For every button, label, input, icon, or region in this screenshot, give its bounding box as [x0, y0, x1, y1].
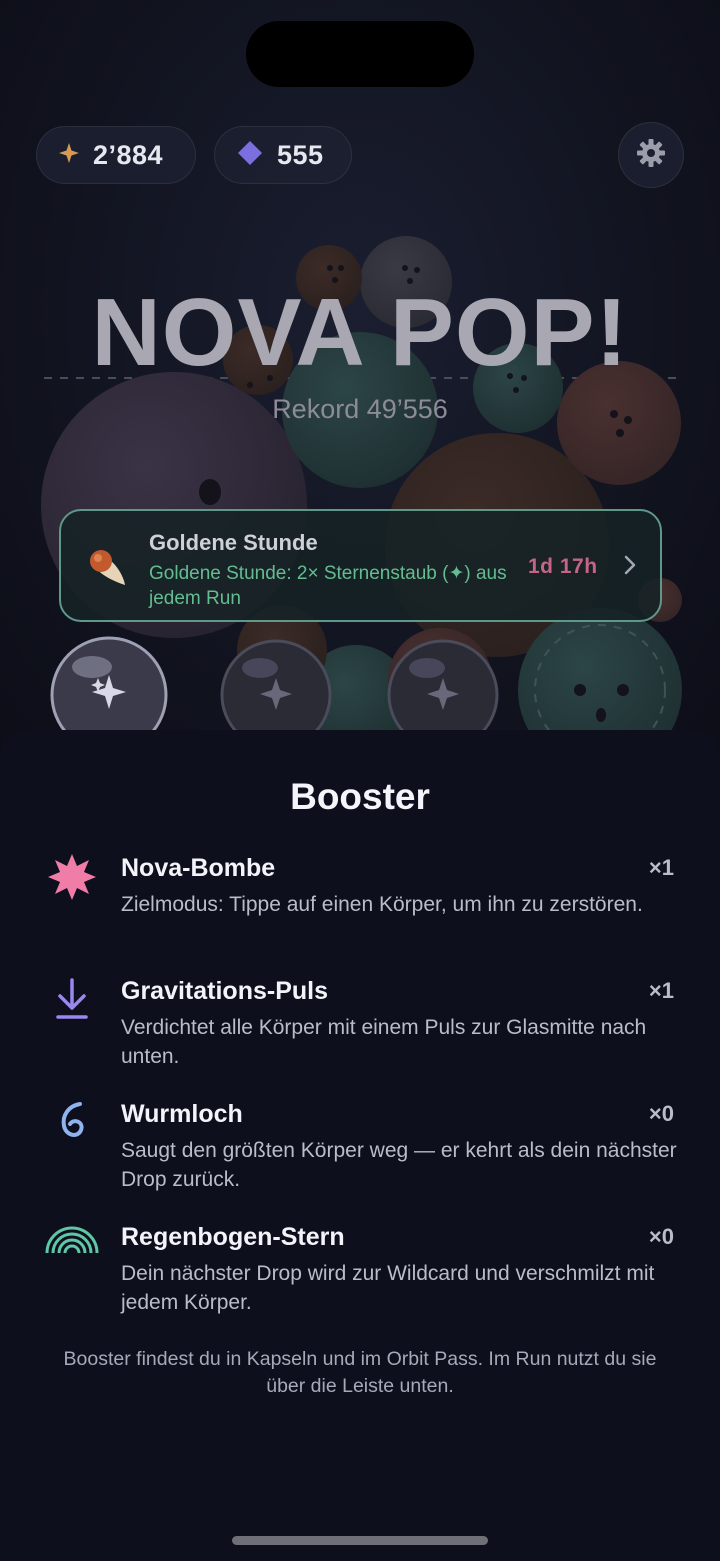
planet-bodies [41, 236, 682, 772]
arrow-down-icon [44, 977, 100, 1033]
booster-name: Nova-Bombe [121, 854, 276, 882]
event-countdown: 1d 17h [528, 555, 598, 578]
gear-icon [636, 138, 666, 173]
booster-footer-note: Booster findest du in Kapseln und im Orb… [63, 1348, 657, 1397]
booster-description: Dein nächster Drop wird zur Wildcard und… [121, 1262, 655, 1314]
stardust-counter[interactable]: 2’884 [36, 126, 196, 184]
chevron-right-icon [623, 555, 637, 580]
booster-name: Regenbogen-Stern [121, 1223, 345, 1251]
gem-icon [237, 140, 263, 171]
booster-count: ×1 [648, 978, 674, 1003]
high-score: Rekord 49’556 [272, 394, 448, 424]
comet-icon [85, 545, 129, 594]
dynamic-island [246, 21, 474, 87]
wormhole-icon [44, 1100, 100, 1156]
settings-button[interactable] [618, 122, 684, 188]
booster-name: Gravitations-Puls [121, 977, 328, 1005]
game-title: NOVA POP! [91, 279, 629, 386]
stardust-value: 2’884 [93, 139, 164, 170]
game-background [0, 0, 720, 780]
booster-count: ×1 [648, 855, 674, 880]
gem-counter[interactable]: 555 [214, 126, 352, 184]
booster-description: Verdichtet alle Körper mit einem Puls zu… [121, 1016, 647, 1068]
booster-description: Zielmodus: Tippe auf einen Körper, um ih… [121, 893, 643, 916]
home-indicator[interactable] [232, 1536, 488, 1545]
event-description: Goldene Stunde: 2× Sternenstaub (✦) aus … [149, 563, 507, 609]
starburst-icon [44, 852, 100, 908]
event-banner[interactable]: Goldene Stunde Goldene Stunde: 2× Sterne… [59, 509, 662, 622]
stardust-icon [59, 142, 79, 168]
booster-name: Wurmloch [121, 1100, 243, 1128]
booster-sheet: Booster Nova-Bombe Zielmodus: Tippe auf … [0, 730, 720, 1561]
gem-value: 555 [277, 139, 324, 170]
rainbow-icon [44, 1225, 100, 1281]
sheet-title: Booster [290, 776, 430, 817]
booster-count: ×0 [648, 1101, 674, 1126]
booster-count: ×0 [648, 1224, 674, 1249]
event-title: Goldene Stunde [149, 530, 318, 555]
booster-description: Saugt den größten Körper weg — er kehrt … [121, 1139, 677, 1191]
